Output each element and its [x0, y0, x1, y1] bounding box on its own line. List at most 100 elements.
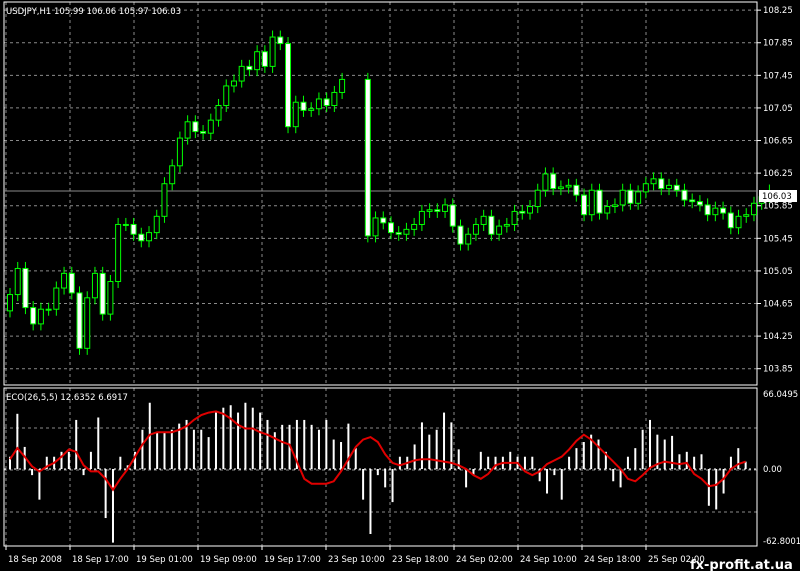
candle[interactable] — [511, 204, 518, 231]
candle[interactable] — [380, 211, 387, 230]
candle[interactable] — [573, 178, 580, 202]
candle[interactable] — [387, 216, 394, 240]
candle[interactable] — [76, 286, 83, 355]
price-tick-label: 108.25 — [763, 6, 793, 16]
candle[interactable] — [611, 198, 618, 214]
candle[interactable] — [53, 281, 60, 316]
candlesticks[interactable] — [7, 30, 773, 355]
candle[interactable] — [146, 226, 153, 248]
candle[interactable] — [130, 217, 137, 241]
price-tick-label: 106.25 — [763, 169, 793, 179]
candle[interactable] — [99, 266, 106, 321]
candle[interactable] — [84, 291, 91, 355]
candle[interactable] — [642, 177, 649, 199]
time-tick-label: 23 Sep 10:00 — [328, 555, 385, 565]
candle[interactable] — [650, 172, 657, 191]
time-tick-label: 24 Sep 02:00 — [456, 555, 513, 565]
candle[interactable] — [45, 302, 52, 316]
candle[interactable] — [465, 227, 472, 251]
candle[interactable] — [557, 180, 564, 196]
candle[interactable] — [411, 217, 418, 236]
time-axis-labels: 18 Sep 2008 18 Sep 17:00 19 Sep 01:00 19 Se… — [5, 546, 705, 565]
candle[interactable] — [596, 183, 603, 220]
candle[interactable] — [588, 183, 595, 222]
indicator-tick-label: -62.8001 — [763, 537, 800, 547]
candle[interactable] — [238, 59, 245, 88]
candle[interactable] — [434, 203, 441, 218]
candle[interactable] — [519, 204, 526, 220]
candle[interactable] — [91, 266, 98, 305]
candle[interactable] — [364, 72, 371, 243]
candle[interactable] — [503, 217, 510, 233]
chart-canvas[interactable]: 108.25 107.85 107.45 107.05 106.65 106.25 105.… — [0, 0, 800, 571]
candle[interactable] — [619, 183, 626, 212]
candle[interactable] — [300, 95, 307, 117]
candle[interactable] — [200, 125, 207, 140]
candle[interactable] — [750, 196, 757, 222]
candle[interactable] — [14, 261, 21, 302]
candle[interactable] — [223, 79, 230, 113]
candle[interactable] — [442, 198, 449, 218]
candle[interactable] — [269, 30, 276, 73]
candle[interactable] — [22, 261, 29, 315]
watermark: fx-profit.at.ua — [690, 558, 793, 571]
candle[interactable] — [169, 159, 176, 191]
candle[interactable] — [7, 288, 13, 318]
candle[interactable] — [727, 206, 734, 235]
candle[interactable] — [604, 200, 611, 220]
price-tick-label: 106.65 — [763, 137, 793, 147]
candle[interactable] — [246, 59, 253, 77]
candle[interactable] — [472, 217, 479, 241]
candle[interactable] — [666, 178, 673, 196]
candle[interactable] — [704, 198, 711, 222]
candle[interactable] — [230, 74, 237, 93]
candle[interactable] — [720, 201, 727, 220]
candle[interactable] — [496, 219, 503, 241]
candle[interactable] — [292, 95, 299, 134]
candle[interactable] — [261, 45, 268, 73]
candle[interactable] — [457, 219, 464, 251]
candle[interactable] — [480, 209, 487, 231]
candle[interactable] — [176, 131, 183, 173]
price-tick-label: 107.85 — [763, 39, 793, 49]
candle[interactable] — [681, 183, 688, 207]
candle[interactable] — [542, 167, 549, 197]
candle[interactable] — [285, 37, 292, 134]
candle[interactable] — [153, 209, 160, 240]
candle[interactable] — [534, 183, 541, 214]
candle[interactable] — [68, 266, 75, 300]
candle[interactable] — [192, 115, 199, 139]
time-tick-label: 24 Sep 10:00 — [520, 555, 577, 565]
candle[interactable] — [449, 198, 456, 233]
time-tick-label: 19 Sep 01:00 — [136, 555, 193, 565]
candle[interactable] — [315, 92, 322, 116]
price-tick-label: 104.65 — [763, 300, 793, 310]
candle[interactable] — [372, 211, 379, 243]
candle[interactable] — [308, 102, 315, 117]
candle[interactable] — [527, 200, 533, 220]
candle[interactable] — [122, 217, 129, 231]
candle[interactable] — [673, 178, 680, 197]
candle[interactable] — [488, 209, 495, 241]
candle[interactable] — [207, 113, 214, 140]
candle[interactable] — [658, 172, 665, 196]
candle[interactable] — [115, 217, 122, 289]
candle[interactable] — [339, 72, 346, 99]
candle[interactable] — [323, 92, 330, 113]
candle[interactable] — [37, 302, 44, 331]
candle[interactable] — [743, 208, 750, 223]
candle[interactable] — [107, 274, 114, 321]
candle[interactable] — [254, 45, 261, 77]
indicator-tick-label: 66.0495 — [763, 390, 798, 400]
time-tick-label: 23 Sep 18:00 — [392, 555, 449, 565]
candle[interactable] — [215, 98, 222, 127]
candle[interactable] — [138, 227, 145, 248]
candle[interactable] — [735, 209, 742, 235]
candle[interactable] — [161, 177, 168, 223]
candle[interactable] — [30, 301, 37, 331]
candle[interactable] — [581, 188, 588, 222]
candle[interactable] — [712, 201, 719, 222]
candle[interactable] — [418, 204, 425, 231]
candle[interactable] — [696, 195, 703, 212]
candle[interactable] — [277, 30, 284, 51]
